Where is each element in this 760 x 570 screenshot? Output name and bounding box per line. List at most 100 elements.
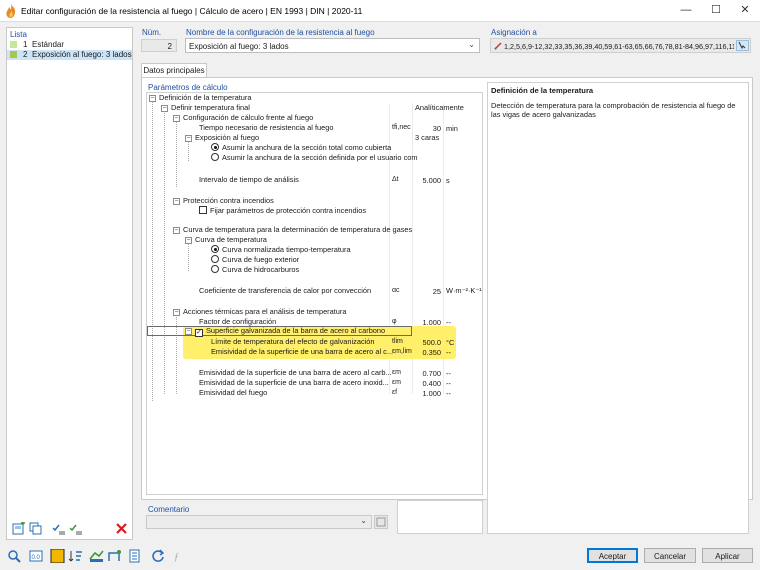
name-value: Exposición al fuego: 3 lados (189, 42, 289, 51)
intervalo-symbol: Δt (392, 176, 399, 183)
radio-unselected[interactable] (211, 255, 219, 263)
collapse-toggle[interactable]: − (173, 115, 180, 122)
list-item-label: Estándar (32, 40, 65, 49)
app-flame-icon (6, 4, 16, 18)
limite-unit: °C (446, 338, 455, 347)
emis-fuego-value[interactable]: 1.000 (413, 389, 442, 398)
sort-icon[interactable] (68, 549, 83, 563)
collapse-toggle[interactable]: − (185, 135, 192, 142)
list-item[interactable]: 1 Estándar (7, 40, 132, 50)
tiempo-symbol: tfi,nec (392, 124, 411, 131)
comment-input[interactable]: ⌄ (146, 515, 372, 529)
collapse-toggle[interactable]: − (173, 198, 180, 205)
emis-inox-symbol: εm (392, 379, 401, 386)
collapse-toggle[interactable]: − (185, 237, 192, 244)
emis-inox-unit: -- (446, 379, 451, 388)
intervalo-value[interactable]: 5.000 (413, 176, 442, 185)
limite-symbol: tlim (392, 338, 403, 345)
emis-lim-value[interactable]: 0.350 (413, 348, 442, 357)
chevron-down-icon: ⌄ (360, 516, 367, 525)
emis-carb-value[interactable]: 0.700 (413, 369, 442, 378)
check-items-icon[interactable] (52, 522, 66, 535)
curva-normal-label: Curva normalizada tiempo-temperatura (222, 245, 351, 254)
tiempo-unit: min (446, 124, 458, 133)
cancel-button[interactable]: Cancelar (644, 548, 696, 563)
comment-header: Comentario (148, 505, 190, 514)
select-members-icon[interactable] (736, 40, 749, 51)
radio-unselected[interactable] (211, 265, 219, 273)
info-text: Detección de temperatura para la comprob… (491, 101, 736, 119)
num-value: 2 (167, 42, 172, 51)
num-field: 2 (141, 39, 177, 52)
params-tree: − Definición de la temperatura − Definir… (146, 92, 483, 495)
close-window-button[interactable]: ✕ (730, 0, 760, 22)
coef-value[interactable]: 25 (413, 287, 441, 296)
galv-checkbox-checked[interactable]: ✓ (195, 329, 203, 337)
comment-edit-icon[interactable] (374, 515, 388, 529)
color-icon[interactable] (50, 548, 65, 564)
limite-value[interactable]: 500.0 (413, 338, 442, 347)
radio-total-label: Asumir la anchura de la sección total co… (222, 143, 392, 152)
refresh-icon[interactable] (151, 549, 166, 563)
radio-usuario-option[interactable]: Asumir la anchura de la sección definida… (211, 153, 418, 163)
name-select[interactable]: Exposición al fuego: 3 lados ⌄ (185, 38, 480, 53)
new-item-icon[interactable] (12, 521, 26, 535)
delete-icon[interactable] (115, 522, 129, 535)
emis-fuego-symbol: εf (392, 389, 398, 396)
copy-item-icon[interactable] (29, 522, 43, 535)
radio-total-option[interactable]: Asumir la anchura de la sección total co… (211, 143, 391, 153)
assign-header: Asignación a (491, 28, 537, 37)
collapse-toggle[interactable]: − (149, 95, 156, 102)
ok-button[interactable]: Aceptar (587, 548, 638, 563)
assign-field[interactable]: 1,2,5,6,9-12,32,33,35,36,39,40,59,61-63,… (490, 38, 751, 53)
emis-inox-value[interactable]: 0.400 (413, 379, 442, 388)
structure-icon[interactable] (107, 549, 122, 563)
intervalo-unit: s (446, 176, 450, 185)
info-panel: Definición de la temperatura Detección d… (487, 82, 749, 534)
exposicion-value[interactable]: 3 caras (415, 133, 439, 143)
apply-button[interactable]: Aplicar (702, 548, 753, 563)
row-tiempo: Tiempo necesario de resistencia al fuego (199, 123, 334, 132)
curva-exterior-option[interactable]: Curva de fuego exterior (211, 255, 299, 265)
factor-symbol: φ (392, 318, 397, 325)
row-limite: Límite de temperatura del efecto de galv… (211, 337, 375, 346)
units-icon[interactable]: 0.0 (29, 549, 44, 563)
row-def-temp: Definición de la temperatura (159, 93, 252, 102)
row-emis-carb: Emisividad de la superficie de una barra… (199, 368, 392, 377)
uncheck-items-icon[interactable] (69, 522, 83, 535)
chevron-down-icon: ⌄ (468, 40, 475, 49)
radio-selected[interactable] (211, 143, 219, 151)
list-header: Lista (10, 30, 27, 39)
maximize-button[interactable]: ☐ (701, 0, 731, 22)
collapse-toggle[interactable]: − (173, 227, 180, 234)
row-emis-inox: Emisividad de la superficie de una barra… (199, 378, 389, 387)
emis-lim-symbol: εm,lim (392, 348, 412, 355)
row-emis-lim: Emisividad de la superficie de una barra… (211, 347, 393, 356)
fijar-option[interactable]: Fijar parámetros de protección contra in… (199, 206, 366, 216)
collapse-toggle[interactable]: − (173, 309, 180, 316)
document-icon[interactable] (128, 549, 143, 563)
row-def-temp-final: Definir temperatura final (171, 103, 250, 112)
search-icon[interactable] (7, 549, 22, 563)
list-item-selected[interactable]: 2 Exposición al fuego: 3 lados (7, 50, 132, 60)
curva-hidro-option[interactable]: Curva de hidrocarburos (211, 265, 299, 275)
title-bar: Editar configuración de la resistencia a… (0, 0, 760, 22)
collapse-toggle[interactable]: − (185, 328, 192, 335)
radio-selected[interactable] (211, 245, 219, 253)
radio-unselected[interactable] (211, 153, 219, 161)
curva-normal-option[interactable]: Curva normalizada tiempo-temperatura (211, 245, 351, 255)
svg-text:0.0: 0.0 (32, 555, 41, 561)
tab-main-data[interactable]: Datos principales (141, 63, 207, 78)
fijar-checkbox[interactable] (199, 206, 207, 214)
emis-carb-unit: -- (446, 369, 451, 378)
row-exposicion: Exposición al fuego (195, 133, 260, 142)
emis-fuego-unit: -- (446, 389, 451, 398)
galv-option[interactable]: ✓ Superficie galvanizada de la barra de a… (195, 326, 385, 337)
model-icon[interactable] (89, 549, 104, 563)
row-curva-temp: Curva de temperatura (195, 235, 267, 244)
tiempo-value[interactable]: 30 (413, 124, 441, 133)
row-intervalo: Intervalo de tiempo de análisis (199, 175, 299, 184)
def-temp-final-value[interactable]: Analíticamente (415, 103, 464, 113)
collapse-toggle[interactable]: − (161, 105, 168, 112)
minimize-button[interactable]: — (671, 0, 701, 22)
